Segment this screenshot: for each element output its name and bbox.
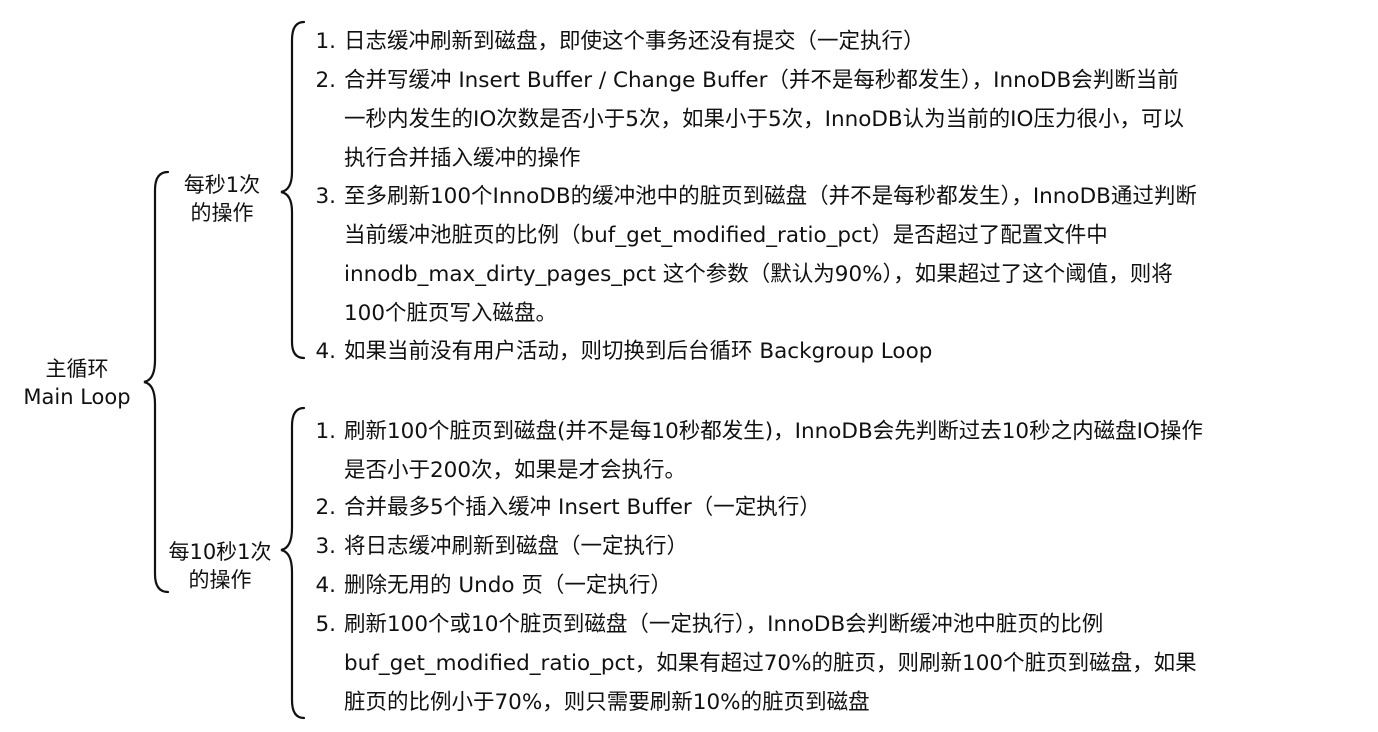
item-line: 合并最多5个插入缓冲 Insert Buffer（一定执行）	[344, 495, 821, 520]
item-number: 4.	[315, 573, 336, 598]
item-number: 4.	[315, 339, 336, 364]
item-line: 合并写缓冲 Insert Buffer / Change Buffer（并不是每…	[344, 68, 1179, 93]
root-title-en: Main Loop	[23, 385, 131, 409]
item-number: 2.	[315, 495, 336, 520]
group2-brace	[280, 406, 306, 720]
item-number: 3.	[315, 184, 336, 209]
root-title-cn: 主循环	[45, 357, 109, 381]
item-line: 执行合并插入缓冲的操作	[344, 146, 581, 171]
item-line: 删除无用的 Undo 页（一定执行）	[344, 573, 672, 598]
item-line: 如果当前没有用户活动，则切换到后台循环 Backgroup Loop	[344, 339, 933, 364]
item-line: innodb_max_dirty_pages_pct 这个参数（默认为90%），…	[344, 262, 1173, 287]
item-line: 刷新100个脏页到磁盘(并不是每10秒都发生)，InnoDB会先判断过去10秒之…	[344, 419, 1203, 444]
item-line: 将日志缓冲刷新到磁盘（一定执行）	[344, 534, 689, 559]
item-number: 5.	[315, 612, 336, 637]
item-line: 日志缓冲刷新到磁盘，即使这个事务还没有提交（一定执行）	[344, 29, 925, 54]
group-label-line2: 的操作	[190, 201, 254, 225]
group-label-line2: 的操作	[188, 568, 252, 592]
group-label-per-10-seconds: 每10秒1次 的操作	[160, 538, 280, 594]
item-number: 1.	[315, 419, 336, 444]
group1-brace	[280, 20, 306, 360]
item-line: 刷新100个或10个脏页到磁盘（一定执行），InnoDB会判断缓冲池中脏页的比例	[344, 612, 1104, 637]
item-line: 至多刷新100个InnoDB的缓冲池中的脏页到磁盘（并不是每秒都发生），Inno…	[344, 184, 1197, 209]
item-line: 一秒内发生的IO次数是否小于5次，如果小于5次，InnoDB认为当前的IO压力很…	[344, 107, 1184, 132]
item-line: 脏页的比例小于70%，则只需要刷新10%的脏页到磁盘	[344, 690, 870, 715]
item-line: 当前缓冲池脏页的比例（buf_get_modified_ratio_pct）是否…	[344, 223, 1108, 248]
item-line: buf_get_modified_ratio_pct，如果有超过70%的脏页，则…	[344, 651, 1197, 676]
root-brace	[143, 170, 170, 594]
group-label-line1: 每秒1次	[183, 173, 261, 197]
item-line: 是否小于200次，如果是才会执行。	[344, 458, 687, 483]
group-label-per-second: 每秒1次 的操作	[168, 171, 276, 227]
item-number: 1.	[315, 29, 336, 54]
item-line: 100个脏页写入磁盘。	[344, 301, 558, 326]
diagram-canvas: 主循环 Main Loop 每秒1次 的操作 每10秒1次 的操作 1. 日志缓…	[0, 0, 1378, 732]
group-label-line1: 每10秒1次	[168, 540, 272, 564]
item-number: 3.	[315, 534, 336, 559]
root-node: 主循环 Main Loop	[14, 355, 140, 411]
item-number: 2.	[315, 68, 336, 93]
